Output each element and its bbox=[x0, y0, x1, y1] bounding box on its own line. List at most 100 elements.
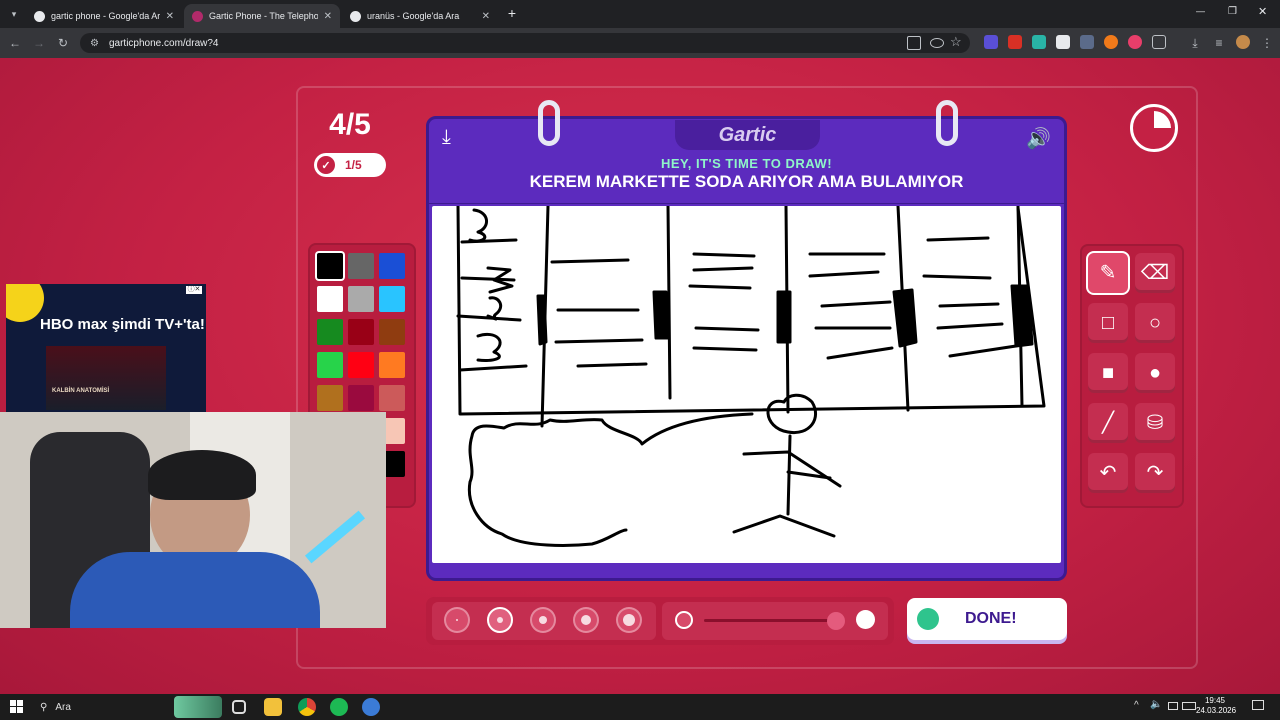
tab-gartic-phone[interactable]: Gartic Phone - The Telephone G ✕ bbox=[184, 4, 340, 28]
circle-outline-tool-button[interactable]: ○ bbox=[1135, 303, 1175, 343]
url-text: garticphone.com/draw?4 bbox=[108, 37, 219, 49]
ad-banner[interactable]: KALBİN ANATOMİSİ ⓘ✕ bbox=[6, 284, 206, 414]
color-swatch[interactable] bbox=[317, 286, 343, 312]
close-tab-icon[interactable]: ✕ bbox=[166, 11, 174, 22]
extension-icon[interactable] bbox=[1104, 35, 1118, 49]
menu-icon[interactable]: ⋮ bbox=[1258, 34, 1276, 52]
eraser-tool-button[interactable]: ⌫ bbox=[1135, 253, 1175, 293]
sound-icon[interactable]: 🔊 bbox=[1026, 126, 1051, 151]
download-icon[interactable]: ⤓ bbox=[1186, 34, 1204, 52]
new-tab-button[interactable]: + bbox=[504, 5, 520, 21]
color-swatch[interactable] bbox=[348, 319, 374, 345]
restore-button[interactable]: ❐ bbox=[1228, 6, 1237, 17]
square-filled-tool-button[interactable]: ■ bbox=[1088, 353, 1128, 393]
reload-icon[interactable]: ↻ bbox=[54, 34, 72, 52]
windows-start-icon[interactable] bbox=[10, 700, 23, 713]
address-bar[interactable]: ⚙ garticphone.com/draw?4 bbox=[80, 33, 970, 53]
translate-icon[interactable] bbox=[907, 36, 921, 50]
brush-size-option[interactable] bbox=[573, 607, 599, 633]
color-swatch[interactable] bbox=[379, 319, 405, 345]
done-label: DONE! bbox=[965, 610, 1017, 627]
forward-icon[interactable]: → bbox=[30, 34, 48, 52]
brush-size-option[interactable] bbox=[616, 607, 642, 633]
color-swatch[interactable] bbox=[379, 352, 405, 378]
check-icon bbox=[917, 608, 939, 630]
line-tool-button[interactable]: ╱ bbox=[1088, 403, 1128, 443]
network-tray-icon[interactable] bbox=[1168, 702, 1178, 710]
color-swatch[interactable] bbox=[379, 286, 405, 312]
color-swatch[interactable] bbox=[379, 253, 405, 279]
extension-icon[interactable] bbox=[984, 35, 998, 49]
opacity-slider-thumb[interactable] bbox=[827, 612, 845, 630]
webcam-feed bbox=[0, 412, 386, 628]
google-icon bbox=[350, 10, 361, 22]
color-swatch[interactable] bbox=[348, 253, 374, 279]
eye-off-icon[interactable] bbox=[930, 38, 944, 48]
clock-time: 19:45 bbox=[1204, 696, 1226, 705]
extension-icon[interactable] bbox=[1080, 35, 1094, 49]
color-swatch[interactable] bbox=[317, 253, 343, 279]
tab-gartic-search[interactable]: gartic phone - Google'da Ara ✕ bbox=[26, 4, 182, 28]
download-drawing-icon[interactable]: ⤓ bbox=[442, 126, 451, 149]
brush-size-option[interactable] bbox=[487, 607, 513, 633]
file-explorer-icon[interactable] bbox=[264, 698, 282, 716]
tray-chevron-icon[interactable]: ^ bbox=[1134, 700, 1139, 711]
extension-icon[interactable] bbox=[1128, 35, 1142, 49]
redo-tool-button[interactable]: ↷ bbox=[1135, 453, 1175, 493]
chrome-icon[interactable] bbox=[298, 698, 316, 716]
color-swatch[interactable] bbox=[348, 352, 374, 378]
tab-search-button[interactable]: ▾ bbox=[6, 6, 22, 22]
person-hair bbox=[148, 450, 256, 500]
back-icon[interactable]: ← bbox=[6, 34, 24, 52]
search-icon: ⚲ bbox=[40, 701, 48, 713]
app-icon[interactable] bbox=[362, 698, 380, 716]
extension-icon[interactable] bbox=[1056, 35, 1070, 49]
drawing-canvas[interactable] bbox=[432, 206, 1061, 563]
pencil-tool-button[interactable]: ✎ bbox=[1088, 253, 1128, 293]
close-window-button[interactable]: ✕ bbox=[1258, 5, 1267, 18]
close-tab-icon[interactable]: ✕ bbox=[324, 11, 332, 22]
profile-avatar[interactable] bbox=[1236, 35, 1250, 49]
brush-size-indicator bbox=[497, 617, 503, 623]
minimize-button[interactable]: — bbox=[1196, 6, 1205, 16]
brush-size-option[interactable] bbox=[530, 607, 556, 633]
color-swatch[interactable] bbox=[379, 385, 405, 411]
site-info-icon[interactable]: ⚙ bbox=[90, 38, 99, 49]
done-button[interactable]: DONE! bbox=[907, 598, 1067, 640]
color-swatch[interactable] bbox=[348, 385, 374, 411]
brush-size-indicator bbox=[456, 619, 458, 621]
circle-outline-icon: ○ bbox=[1148, 312, 1162, 334]
color-swatch[interactable] bbox=[348, 286, 374, 312]
extensions-puzzle-icon[interactable] bbox=[1152, 35, 1166, 49]
extension-icon[interactable] bbox=[1008, 35, 1022, 49]
search-highlight-image bbox=[174, 696, 222, 718]
opacity-track[interactable] bbox=[704, 619, 836, 622]
taskbar-clock[interactable]: 19:45 24.03.2026 bbox=[1196, 696, 1236, 716]
ad-info-icon[interactable]: ⓘ✕ bbox=[186, 286, 202, 294]
keyboard-tray-icon[interactable] bbox=[1182, 702, 1196, 710]
gartic-icon bbox=[192, 10, 203, 22]
binder-ring bbox=[538, 100, 560, 146]
reading-list-icon[interactable]: ≡ bbox=[1210, 34, 1228, 52]
light-strip bbox=[304, 510, 366, 564]
volume-tray-icon[interactable]: 🔈 bbox=[1150, 699, 1162, 710]
bookmark-star-icon[interactable]: ☆ bbox=[950, 34, 962, 50]
task-view-icon[interactable] bbox=[232, 700, 246, 714]
undo-tool-button[interactable]: ↶ bbox=[1088, 453, 1128, 493]
color-swatch[interactable] bbox=[317, 352, 343, 378]
notification-icon[interactable] bbox=[1252, 700, 1264, 710]
brush-size-option[interactable] bbox=[444, 607, 470, 633]
eraser-icon: ⌫ bbox=[1140, 262, 1170, 284]
extension-icon[interactable] bbox=[1032, 35, 1046, 49]
bucket-tool-button[interactable]: ⛁ bbox=[1135, 403, 1175, 443]
tab-title: Gartic Phone - The Telephone G bbox=[209, 11, 318, 21]
spotify-icon[interactable] bbox=[330, 698, 348, 716]
circle-filled-tool-button[interactable]: ● bbox=[1135, 353, 1175, 393]
color-swatch[interactable] bbox=[317, 385, 343, 411]
color-swatch[interactable] bbox=[317, 319, 343, 345]
square-outline-tool-button[interactable]: □ bbox=[1088, 303, 1128, 343]
taskbar-search[interactable]: ⚲ Ara bbox=[34, 697, 174, 717]
tab-title: gartic phone - Google'da Ara bbox=[51, 11, 160, 21]
close-tab-icon[interactable]: ✕ bbox=[482, 11, 490, 22]
tab-uranus-search[interactable]: uranüs - Google'da Ara ✕ bbox=[342, 4, 498, 28]
